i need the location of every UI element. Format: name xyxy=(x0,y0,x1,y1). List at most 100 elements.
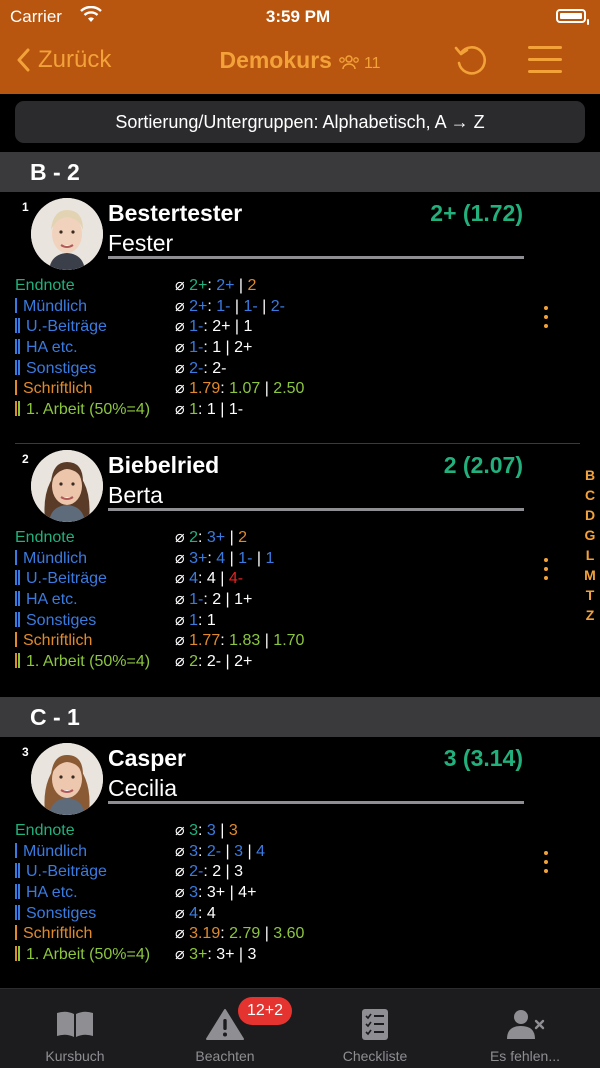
grade-value: ⌀ xyxy=(175,863,190,881)
category-name: Sonstiges xyxy=(26,611,97,629)
grade-value: 1- xyxy=(243,297,258,315)
student-last-name: Biebelried xyxy=(108,452,220,478)
index-letter[interactable]: Z xyxy=(583,605,597,625)
undo-icon[interactable] xyxy=(453,43,489,79)
grade-value: ⌀ xyxy=(175,884,190,902)
category-name: Schriftlich xyxy=(23,380,93,398)
index-letter[interactable]: T xyxy=(583,585,597,605)
tab-kursbuch[interactable]: Kursbuch xyxy=(0,989,150,1068)
index-letter[interactable]: L xyxy=(583,545,597,565)
index-letter[interactable]: D xyxy=(583,505,597,525)
grade-values: ⌀ 1: 1 | 1- xyxy=(175,400,243,421)
tab-es-fehlen[interactable]: Es fehlen... xyxy=(450,989,600,1068)
category-name: Endnote xyxy=(15,822,75,839)
grade-values: ⌀ 4: 4 | 4- xyxy=(175,569,243,590)
grade-value: 3 xyxy=(228,822,238,839)
grade-value: : xyxy=(207,549,217,567)
avatar xyxy=(31,198,103,270)
grade-value: 3+ xyxy=(206,529,226,546)
tab-label: Kursbuch xyxy=(45,1048,105,1064)
category-name: Mündlich xyxy=(23,297,88,315)
grade-value: : xyxy=(220,925,230,943)
index-letter[interactable]: M xyxy=(583,565,597,585)
grade-value: 2+ xyxy=(212,318,231,336)
student-number: 3 xyxy=(22,745,29,759)
grade-values: ⌀ 2-: 2- xyxy=(175,359,226,380)
student-card[interactable]: 2 Biebelried Berta 2 (2.07) Endnote ⌀ 2: 3+ |… xyxy=(0,444,580,697)
grade-value: | xyxy=(221,591,235,609)
category-name: HA etc. xyxy=(26,884,78,902)
grade-value: : xyxy=(207,946,217,964)
more-options-icon[interactable] xyxy=(544,306,548,333)
grade-category-label: Sonstiges xyxy=(15,359,96,380)
tab-checkliste[interactable]: Checkliste xyxy=(300,989,450,1068)
index-letter[interactable]: C xyxy=(583,485,597,505)
student-number: 2 xyxy=(22,452,29,466)
grade-value: | xyxy=(243,842,257,860)
grade-values: ⌀ 4: 4 xyxy=(175,904,216,925)
more-options-icon[interactable] xyxy=(544,851,548,878)
student-card[interactable]: 3 Casper Cecilia 3 (3.14) Endnote ⌀ 3: 3 | 3 M… xyxy=(0,737,580,989)
grade-value: 4 xyxy=(206,904,216,922)
grade-value: : xyxy=(203,591,213,609)
grade-value: : xyxy=(197,653,207,671)
sort-button[interactable]: Sortierung/Untergruppen: Alphabetisch, A… xyxy=(15,101,585,143)
grade-value: 1 xyxy=(189,611,198,629)
final-grade: 3 (3.14) xyxy=(443,745,523,771)
grade-value: 2- xyxy=(189,863,204,881)
grade-value: 1 xyxy=(212,339,222,357)
grade-value: 1.77 xyxy=(189,632,221,650)
more-options-icon[interactable] xyxy=(544,558,548,585)
index-letter[interactable]: G xyxy=(583,525,597,545)
category-name: 1. Arbeit (50%=4) xyxy=(26,946,151,964)
grade-value: ⌀ xyxy=(175,380,190,398)
grade-value: 1 xyxy=(206,611,216,629)
grade-value: 4+ xyxy=(238,884,257,902)
avatar-image xyxy=(31,198,103,270)
student-last-name: Bestertester xyxy=(108,200,243,226)
category-name: Schriftlich xyxy=(23,632,93,650)
grade-value: ⌀ xyxy=(175,297,190,315)
tab-bar: Kursbuch Beachten Checkliste Es fehlen..… xyxy=(0,988,600,1068)
grade-value: 2+ xyxy=(189,297,208,315)
grade-value: : xyxy=(220,632,230,650)
grade-value: 1- xyxy=(228,401,244,419)
grade-value: ⌀ xyxy=(175,946,190,964)
index-letter[interactable]: B xyxy=(583,465,597,485)
section-header: B - 2 xyxy=(0,152,600,192)
grade-values: ⌀ 1.79: 1.07 | 2.50 xyxy=(175,379,304,400)
grade-value: 3.60 xyxy=(273,925,305,943)
grade-category-label: HA etc. xyxy=(15,338,78,359)
grade-value: ⌀ xyxy=(175,529,190,546)
category-name: Mündlich xyxy=(23,842,88,860)
student-number: 1 xyxy=(22,200,29,214)
grade-value: 2 xyxy=(212,591,222,609)
grade-value: 3 xyxy=(189,884,198,902)
grade-category-label: Endnote xyxy=(15,276,75,297)
grade-category-label: 1. Arbeit (50%=4) xyxy=(15,400,150,421)
grade-value: | xyxy=(230,297,244,315)
grade-value: : xyxy=(203,339,213,357)
grade-value: 3+ xyxy=(206,884,226,902)
grade-value: | xyxy=(230,318,244,336)
menu-icon[interactable] xyxy=(527,44,563,76)
grade-value: 2 xyxy=(238,529,248,546)
grade-values: ⌀ 3: 3+ | 4+ xyxy=(175,883,256,904)
section-index[interactable]: BCDGLMTZ xyxy=(583,465,597,625)
grade-value: : xyxy=(197,904,207,922)
grade-value: 2- xyxy=(206,842,222,860)
grade-category-label: HA etc. xyxy=(15,883,78,904)
grade-value: 1 xyxy=(206,401,216,419)
category-name: HA etc. xyxy=(26,591,78,609)
grade-value: 2- xyxy=(212,359,227,377)
grade-value: | xyxy=(215,570,229,588)
name-divider xyxy=(108,801,524,804)
grade-value: 2- xyxy=(189,359,204,377)
grade-value: | xyxy=(215,401,229,419)
grade-value: 4 xyxy=(206,570,216,588)
grade-values: ⌀ 3.19: 2.79 | 3.60 xyxy=(175,924,304,945)
student-card[interactable]: 1 Bestertester Fester 2+ (1.72) Endnote ⌀ 2+:… xyxy=(0,192,580,444)
battery-icon xyxy=(556,9,589,25)
category-name: Sonstiges xyxy=(26,904,97,922)
grade-value: 2 xyxy=(212,863,222,881)
